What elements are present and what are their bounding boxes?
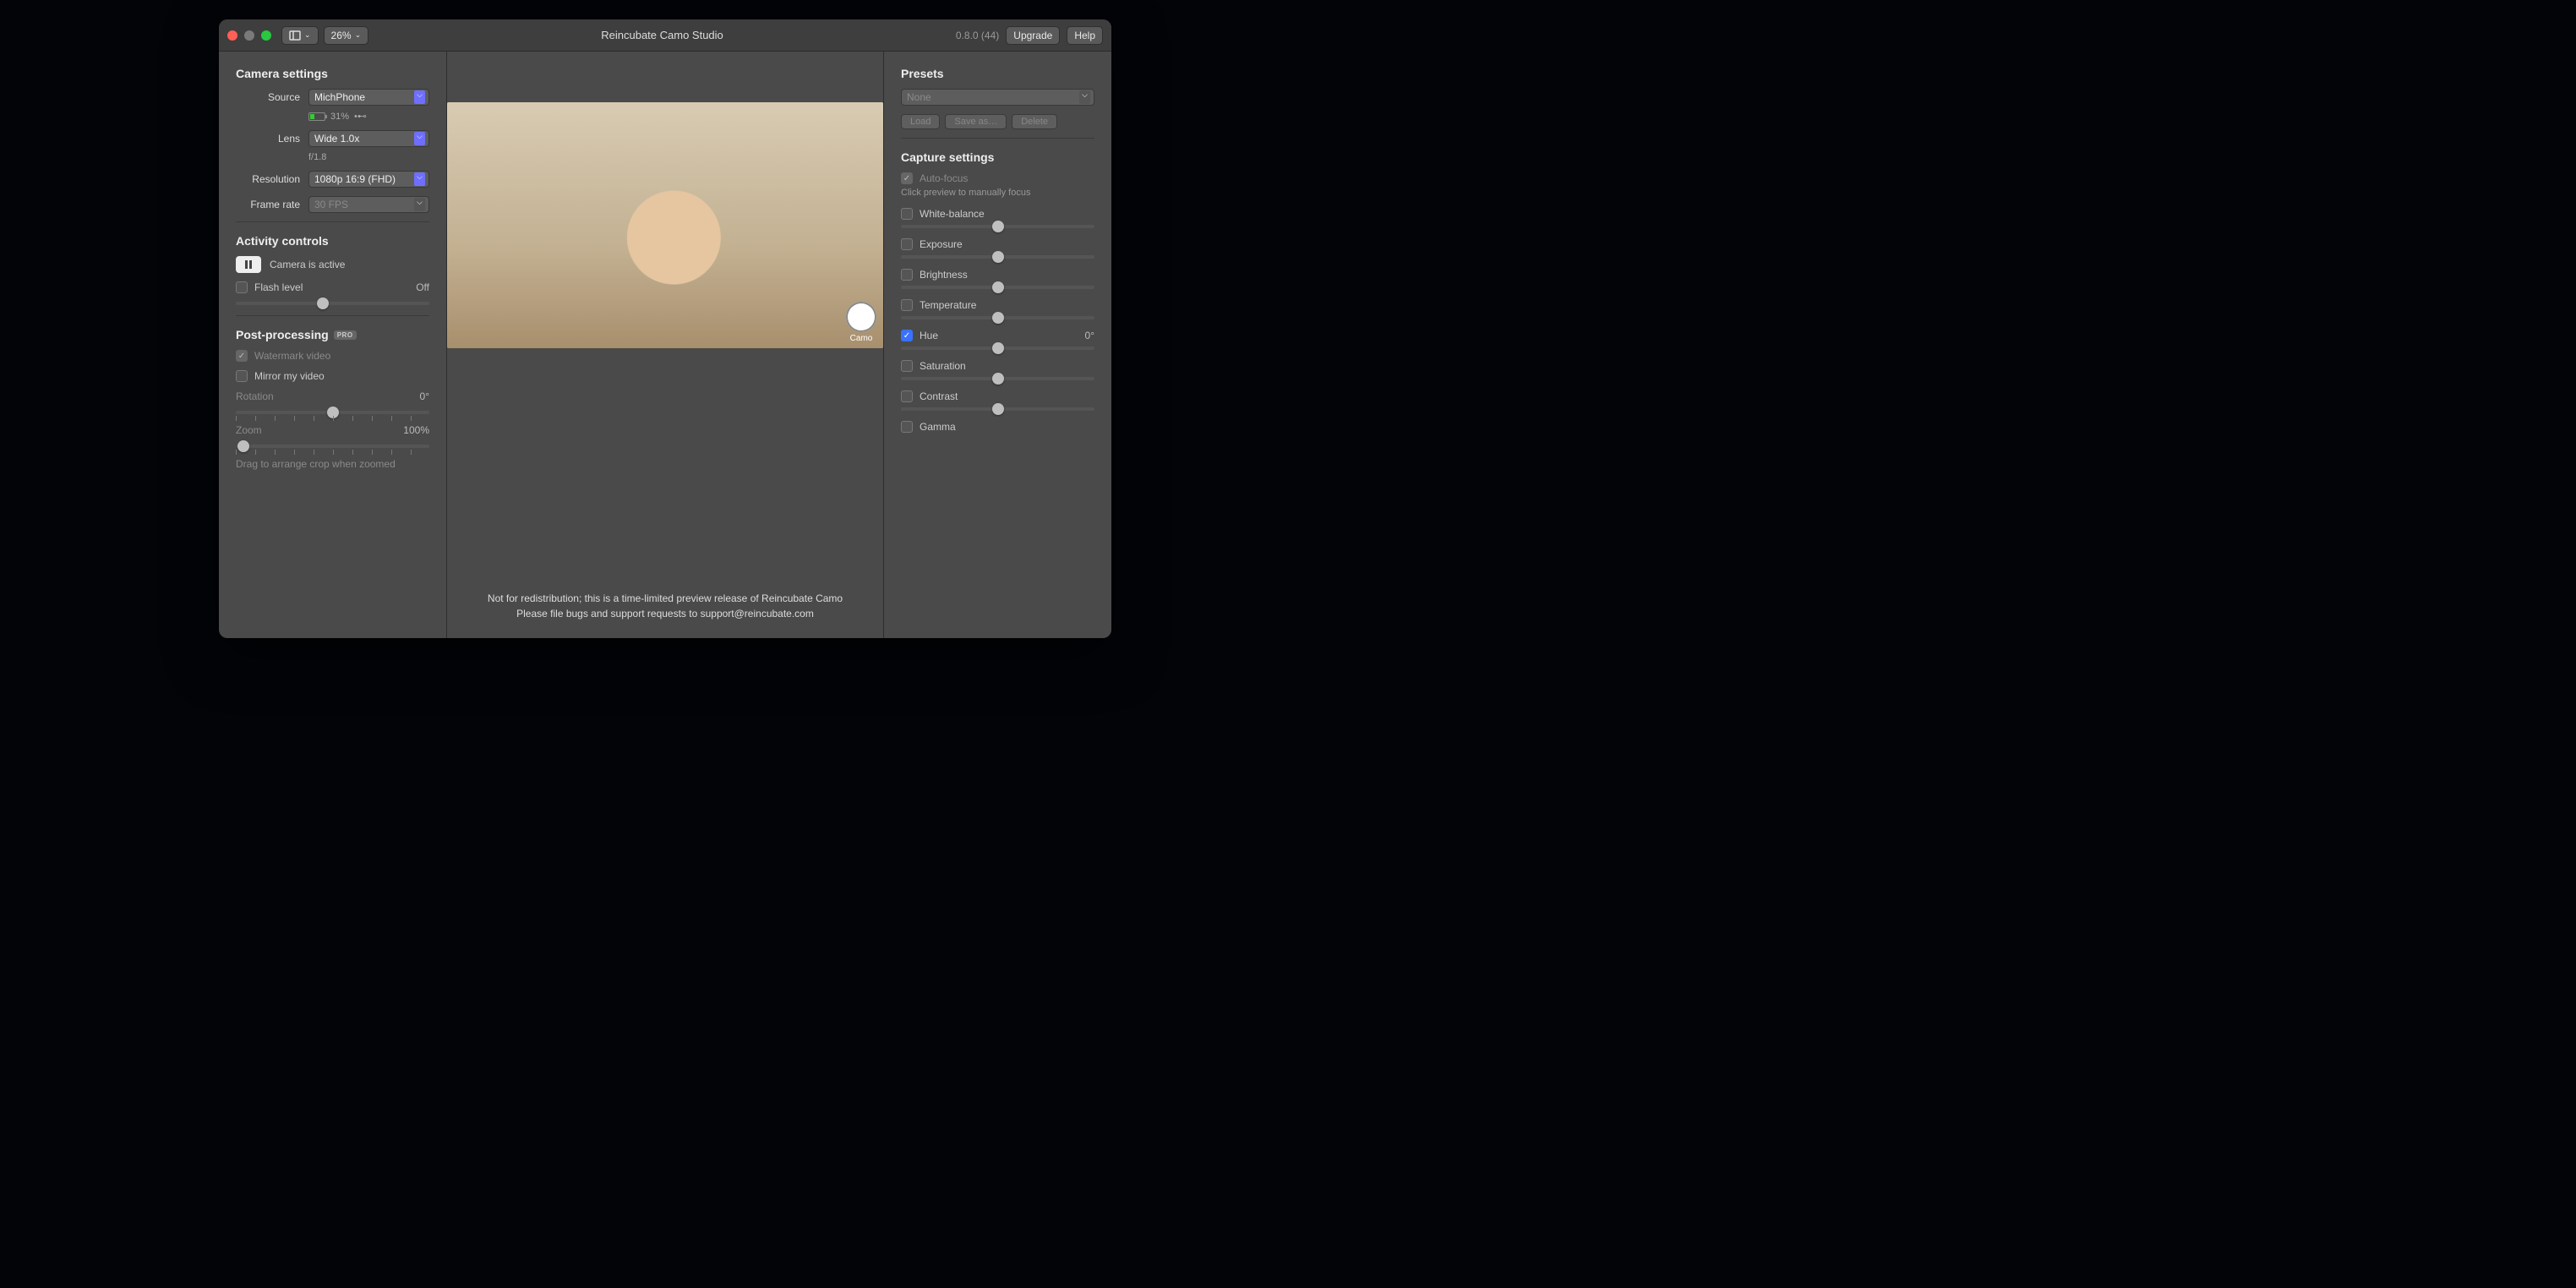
temperature-slider[interactable] bbox=[901, 316, 1094, 319]
exposure-slider[interactable] bbox=[901, 255, 1094, 259]
framerate-select[interactable]: 30 FPS bbox=[308, 196, 429, 213]
contrast-label: Contrast bbox=[920, 390, 958, 402]
activity-controls-heading: Activity controls bbox=[236, 234, 429, 248]
saturation-checkbox[interactable] bbox=[901, 360, 913, 372]
auto-focus-label: Auto-focus bbox=[920, 172, 968, 184]
mirror-label: Mirror my video bbox=[254, 370, 325, 382]
pause-camera-button[interactable] bbox=[236, 256, 261, 273]
hue-value: 0° bbox=[1085, 330, 1094, 341]
sidebar-toggle-button[interactable]: ⌄ bbox=[281, 26, 319, 45]
capture-settings-heading: Capture settings bbox=[901, 150, 1094, 164]
usb-icon: •⊷ bbox=[354, 111, 367, 122]
brightness-label: Brightness bbox=[920, 269, 968, 281]
zoom-value: 100% bbox=[403, 424, 429, 436]
app-window: ⌄ 26% ⌄ Reincubate Camo Studio 0.8.0 (44… bbox=[219, 19, 1111, 638]
source-label: Source bbox=[236, 91, 300, 103]
exposure-checkbox[interactable] bbox=[901, 238, 913, 250]
zoom-level-value: 26% bbox=[331, 30, 352, 41]
version-label: 0.8.0 (44) bbox=[956, 30, 999, 41]
camo-watermark: Camo bbox=[846, 302, 876, 343]
hue-slider[interactable] bbox=[901, 347, 1094, 350]
battery-icon bbox=[308, 112, 325, 121]
preview-notice: Not for redistribution; this is a time-l… bbox=[462, 591, 868, 621]
gamma-label: Gamma bbox=[920, 421, 956, 433]
hue-checkbox[interactable] bbox=[901, 330, 913, 341]
window-controls bbox=[227, 30, 271, 41]
maximize-window-button[interactable] bbox=[261, 30, 271, 41]
flash-level-label: Flash level bbox=[254, 281, 303, 293]
flash-level-value: Off bbox=[416, 281, 429, 293]
gamma-checkbox[interactable] bbox=[901, 421, 913, 433]
white-balance-label: White-balance bbox=[920, 208, 985, 220]
flash-checkbox[interactable] bbox=[236, 281, 248, 293]
white-balance-slider[interactable] bbox=[901, 225, 1094, 228]
zoom-label: Zoom bbox=[236, 424, 262, 436]
chevron-down-icon: ⌄ bbox=[355, 30, 362, 40]
white-balance-checkbox[interactable] bbox=[901, 208, 913, 220]
center-panel: Camo Not for redistribution; this is a t… bbox=[447, 52, 883, 638]
brightness-slider[interactable] bbox=[901, 286, 1094, 289]
framerate-label: Frame rate bbox=[236, 199, 300, 210]
left-panel: Camera settings Source MichPhone 31% •⊷ … bbox=[219, 52, 447, 638]
save-preset-button[interactable]: Save as… bbox=[945, 114, 1007, 129]
battery-percent: 31% bbox=[330, 112, 349, 122]
upgrade-button[interactable]: Upgrade bbox=[1006, 26, 1060, 45]
rotation-value: 0° bbox=[420, 390, 429, 402]
zoom-level-dropdown[interactable]: 26% ⌄ bbox=[324, 26, 369, 45]
saturation-label: Saturation bbox=[920, 360, 966, 372]
zoom-slider[interactable] bbox=[236, 445, 429, 448]
rotation-label: Rotation bbox=[236, 390, 274, 402]
focus-hint: Click preview to manually focus bbox=[901, 188, 1094, 198]
delete-preset-button[interactable]: Delete bbox=[1012, 114, 1057, 129]
lens-select[interactable]: Wide 1.0x bbox=[308, 130, 429, 147]
resolution-select[interactable]: 1080p 16:9 (FHD) bbox=[308, 171, 429, 188]
contrast-slider[interactable] bbox=[901, 407, 1094, 411]
aperture-label: f/1.8 bbox=[308, 152, 326, 162]
source-select[interactable]: MichPhone bbox=[308, 89, 429, 106]
rotation-slider[interactable] bbox=[236, 411, 429, 414]
window-title: Reincubate Camo Studio bbox=[368, 29, 956, 41]
auto-focus-checkbox[interactable] bbox=[901, 172, 913, 184]
watermark-label: Watermark video bbox=[254, 350, 330, 362]
camera-status-label: Camera is active bbox=[270, 259, 345, 270]
pro-badge: PRO bbox=[334, 330, 357, 340]
saturation-slider[interactable] bbox=[901, 377, 1094, 380]
resolution-label: Resolution bbox=[236, 173, 300, 185]
temperature-checkbox[interactable] bbox=[901, 299, 913, 311]
mirror-checkbox[interactable] bbox=[236, 370, 248, 382]
lens-label: Lens bbox=[236, 133, 300, 145]
exposure-label: Exposure bbox=[920, 238, 963, 250]
contrast-checkbox[interactable] bbox=[901, 390, 913, 402]
close-window-button[interactable] bbox=[227, 30, 237, 41]
presets-heading: Presets bbox=[901, 67, 1094, 80]
flash-level-slider[interactable] bbox=[236, 302, 429, 305]
minimize-window-button[interactable] bbox=[244, 30, 254, 41]
watermark-checkbox[interactable] bbox=[236, 350, 248, 362]
temperature-label: Temperature bbox=[920, 299, 976, 311]
titlebar: ⌄ 26% ⌄ Reincubate Camo Studio 0.8.0 (44… bbox=[219, 19, 1111, 52]
source-status: 31% •⊷ bbox=[308, 111, 429, 122]
help-button[interactable]: Help bbox=[1067, 26, 1103, 45]
load-preset-button[interactable]: Load bbox=[901, 114, 940, 129]
video-preview[interactable]: Camo bbox=[447, 102, 883, 348]
chevron-down-icon: ⌄ bbox=[304, 30, 311, 40]
sidebar-icon bbox=[289, 30, 301, 41]
camo-logo-icon bbox=[846, 302, 876, 332]
crop-hint: Drag to arrange crop when zoomed bbox=[236, 458, 429, 470]
camera-settings-heading: Camera settings bbox=[236, 67, 429, 80]
right-panel: Presets None Load Save as… Delete Captur… bbox=[883, 52, 1111, 638]
brightness-checkbox[interactable] bbox=[901, 269, 913, 281]
hue-label: Hue bbox=[920, 330, 938, 341]
post-processing-heading: Post-processing PRO bbox=[236, 328, 429, 341]
preset-select[interactable]: None bbox=[901, 89, 1094, 106]
